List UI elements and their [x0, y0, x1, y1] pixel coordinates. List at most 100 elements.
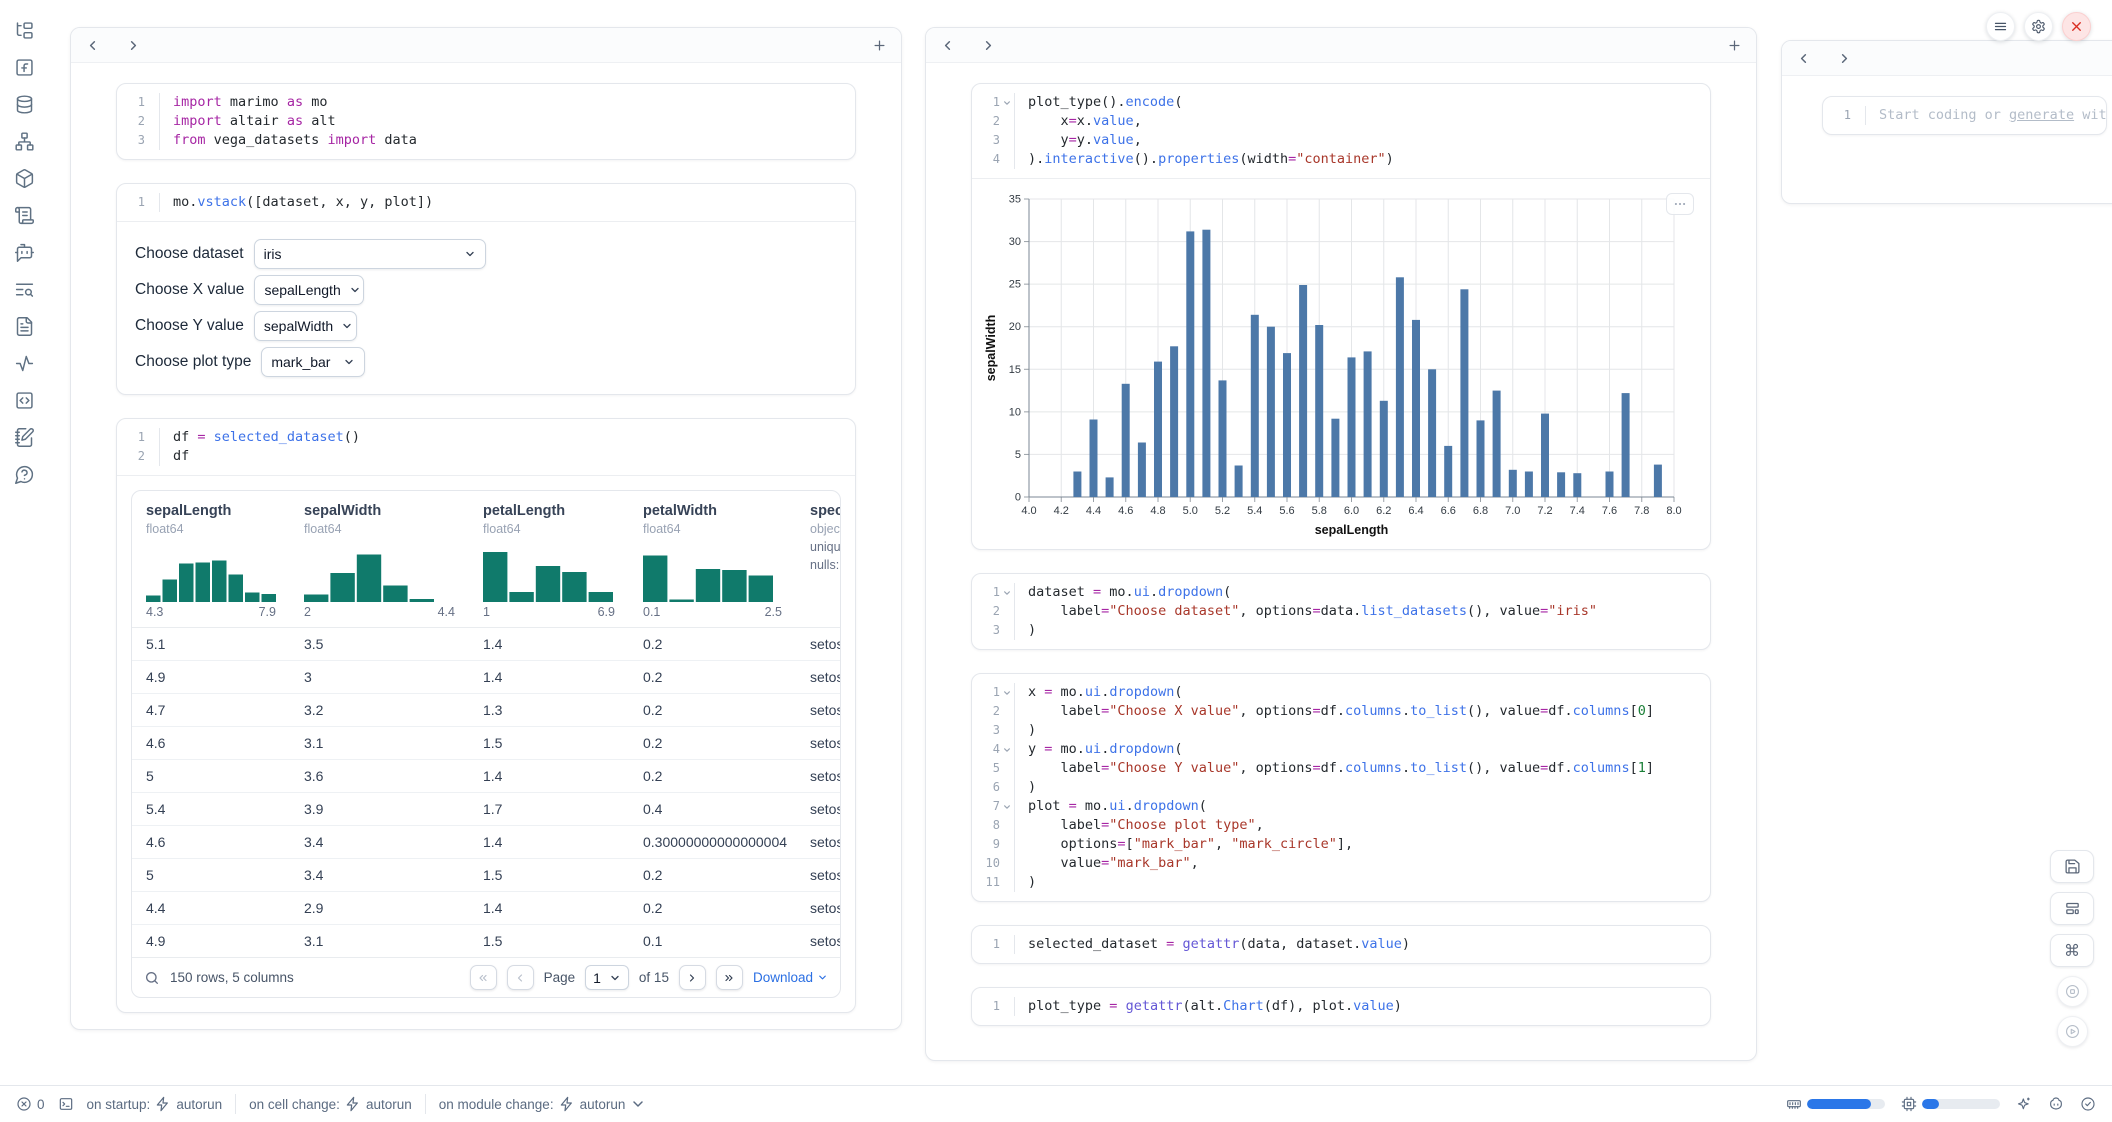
dropdown-label: Choose X value	[135, 281, 244, 299]
help-sidebar-button[interactable]	[13, 464, 35, 486]
scroll-left-button[interactable]	[940, 38, 955, 53]
generate-with-ai-link[interactable]: generate	[2009, 107, 2074, 123]
stop-button[interactable]	[2057, 976, 2088, 1007]
fold-chevron-icon[interactable]	[1000, 93, 1014, 112]
first-page-button[interactable]	[470, 965, 497, 990]
choose-y-value-dropdown[interactable]: sepalWidth	[254, 311, 357, 341]
settings-button[interactable]	[2024, 12, 2053, 41]
terminal-button[interactable]	[58, 1096, 74, 1112]
fold-chevron-icon[interactable]	[1000, 797, 1014, 816]
svg-text:6.6: 6.6	[1441, 505, 1456, 517]
add-cell-button[interactable]	[1727, 38, 1742, 53]
code-editor[interactable]: 1selected_dataset = getattr(data, datase…	[972, 926, 1710, 963]
scroll-left-button[interactable]	[85, 38, 100, 53]
chart-options-button[interactable]	[1666, 193, 1694, 215]
ai-button[interactable]	[2016, 1096, 2032, 1112]
column-header[interactable]: speci objecuniqunulls:	[796, 503, 840, 619]
table-row[interactable]: 53.61.40.2setos	[132, 759, 840, 792]
column-header[interactable]: sepalLength float644.37.9	[132, 503, 290, 619]
code-editor[interactable]: 1df = selected_dataset()2df	[117, 419, 855, 475]
menu-button[interactable]	[1986, 12, 2015, 41]
fold-chevron-icon[interactable]	[1000, 740, 1014, 759]
table-row[interactable]: 4.931.40.2setos	[132, 660, 840, 693]
choose-dataset-dropdown[interactable]: iris	[254, 239, 486, 269]
run-button[interactable]	[2057, 1016, 2088, 1047]
scroll-right-button[interactable]	[981, 38, 996, 53]
code-editor[interactable]: 1 Start coding or generate with AI.	[1823, 97, 2106, 134]
code-editor[interactable]: 1dataset = mo.ui.dropdown(2 label="Choos…	[972, 574, 1710, 649]
code-line: 8 label="Choose plot type",	[972, 816, 1710, 835]
layout-button[interactable]	[2050, 892, 2094, 925]
altair-bar-chart[interactable]: 4.04.24.44.64.85.05.25.45.65.86.06.26.46…	[982, 191, 1682, 541]
choose-plot-type-dropdown[interactable]: mark_bar	[261, 347, 365, 377]
scroll-right-button[interactable]	[1837, 51, 1852, 66]
line-number: 2	[972, 112, 1000, 131]
scratchpad-sidebar-button[interactable]	[13, 427, 35, 449]
code-line: 4).interactive().properties(width="conta…	[972, 150, 1710, 169]
table-row[interactable]: 4.63.41.40.30000000000000004setos	[132, 825, 840, 858]
code-line: 1import marimo as mo	[117, 93, 855, 112]
tracing-sidebar-button[interactable]	[13, 353, 35, 375]
code-editor[interactable]: 1x = mo.ui.dropdown(2 label="Choose X va…	[972, 674, 1710, 901]
code-editor[interactable]: 1plot_type().encode(2 x=x.value,3 y=y.va…	[972, 84, 1710, 178]
dependency-graph-sidebar-button[interactable]	[13, 131, 35, 153]
column-header[interactable]: petalLength float6416.9	[469, 503, 629, 619]
download-button[interactable]: Download	[753, 970, 828, 985]
column-3-header	[1782, 41, 2112, 76]
database-sidebar-button[interactable]	[13, 94, 35, 116]
table-row[interactable]: 53.41.50.2setos	[132, 858, 840, 891]
fold-chevron-icon[interactable]	[1000, 583, 1014, 602]
package-sidebar-button[interactable]	[13, 168, 35, 190]
function-square-sidebar-button[interactable]	[13, 57, 35, 79]
cell-value: 1.5	[469, 925, 629, 957]
file-explorer-sidebar-button[interactable]	[13, 20, 35, 42]
scroll-right-button[interactable]	[126, 38, 141, 53]
copilot-button[interactable]	[2048, 1096, 2064, 1112]
code-square-sidebar-button[interactable]	[13, 390, 35, 412]
scroll-left-button[interactable]	[1796, 51, 1811, 66]
connection-status-button[interactable]	[2080, 1096, 2096, 1112]
choose-x-value-dropdown[interactable]: sepalLength	[254, 275, 364, 305]
errors-indicator[interactable]: 0	[16, 1096, 45, 1112]
fold-chevron-icon[interactable]	[1000, 683, 1014, 702]
column-header[interactable]: sepalWidth float6424.4	[290, 503, 469, 619]
code-editor[interactable]: 1import marimo as mo2import altair as al…	[117, 84, 855, 159]
search-icon[interactable]	[144, 970, 160, 986]
add-cell-button[interactable]	[872, 38, 887, 53]
table-row[interactable]: 4.73.21.30.2setos	[132, 693, 840, 726]
save-button[interactable]	[2050, 850, 2094, 883]
code-editor[interactable]: 1mo.vstack([dataset, x, y, plot])	[117, 184, 855, 221]
on-cell-change-setting[interactable]: on cell change: autorun	[249, 1096, 412, 1112]
logs-sidebar-button[interactable]	[13, 205, 35, 227]
on-startup-setting[interactable]: on startup: autorun	[87, 1096, 223, 1112]
documentation-search-sidebar-button[interactable]	[13, 279, 35, 301]
code-line: 1x = mo.ui.dropdown(	[972, 683, 1710, 702]
next-page-button[interactable]	[679, 965, 706, 990]
table-row[interactable]: 5.43.91.70.4setos	[132, 792, 840, 825]
last-page-button[interactable]	[716, 965, 743, 990]
circle-x-icon	[16, 1096, 32, 1112]
code-editor[interactable]: 1plot_type = getattr(alt.Chart(df), plot…	[972, 988, 1710, 1025]
zap-icon	[559, 1096, 575, 1112]
on-module-change-setting[interactable]: on module change: autorun	[439, 1096, 647, 1112]
table-row[interactable]: 4.63.11.50.2setos	[132, 726, 840, 759]
chat-bot-icon	[14, 242, 35, 263]
keyboard-shortcuts-button[interactable]: ⌘	[2050, 934, 2094, 967]
code-line: 3from vega_datasets import data	[117, 131, 855, 150]
code-line: 9 options=["mark_bar", "mark_circle"],	[972, 835, 1710, 854]
cell-value: 3.9	[290, 793, 469, 825]
code-line: 6)	[972, 778, 1710, 797]
table-row[interactable]: 4.93.11.50.1setos	[132, 924, 840, 957]
table-row[interactable]: 5.13.51.40.2setos	[132, 628, 840, 660]
column-header[interactable]: petalWidth float640.12.5	[629, 503, 796, 619]
page-select[interactable]: 1	[585, 965, 629, 990]
shutdown-button[interactable]	[2062, 12, 2091, 41]
code-line: 2 label="Choose dataset", options=data.l…	[972, 602, 1710, 621]
snippets-sidebar-button[interactable]	[13, 316, 35, 338]
svg-text:4.0: 4.0	[1021, 505, 1036, 517]
line-number: 2	[117, 112, 145, 131]
chat-bot-sidebar-button[interactable]	[13, 242, 35, 264]
table-row[interactable]: 4.42.91.40.2setos	[132, 891, 840, 924]
check-circle-icon	[2080, 1096, 2096, 1112]
previous-page-button[interactable]	[507, 965, 534, 990]
